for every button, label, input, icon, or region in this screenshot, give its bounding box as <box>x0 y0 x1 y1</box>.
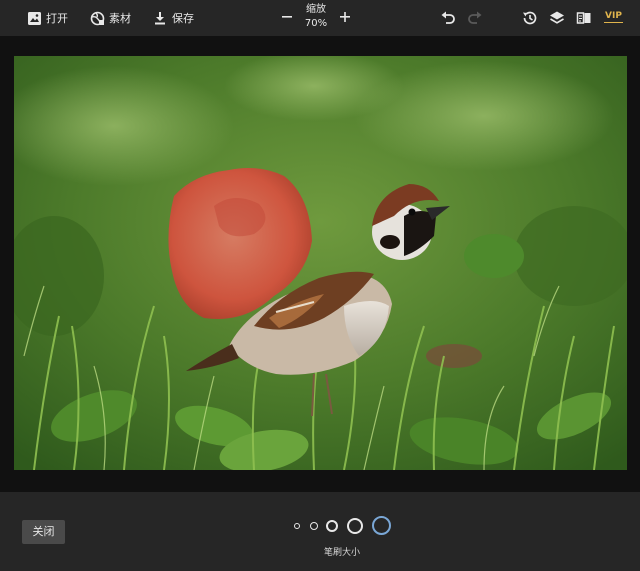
brush-size-label: 笔刷大小 <box>323 548 360 558</box>
material-button[interactable]: 素材 <box>89 10 131 26</box>
brush-size-option-5[interactable] <box>372 516 391 535</box>
image-icon <box>26 10 42 26</box>
brush-size-option-2[interactable] <box>310 522 318 530</box>
save-label: 保存 <box>172 12 194 25</box>
file-actions: 打开 素材 保存 <box>26 0 215 36</box>
top-toolbar: 打开 素材 保存 缩放 70% VIP <box>0 0 640 36</box>
zoom-out-button[interactable] <box>278 8 296 26</box>
undo-button[interactable] <box>440 10 456 26</box>
save-button[interactable]: 保存 <box>152 10 194 26</box>
compare-button[interactable] <box>576 10 592 26</box>
redo-icon <box>468 11 482 24</box>
vip-badge[interactable]: VIP <box>604 11 623 23</box>
download-icon <box>152 10 168 26</box>
redo-button[interactable] <box>467 10 483 26</box>
open-label: 打开 <box>46 12 68 25</box>
close-button[interactable]: 关闭 <box>22 520 65 544</box>
compare-icon <box>576 12 591 24</box>
globe-icon <box>89 10 105 26</box>
history-button[interactable] <box>522 10 538 26</box>
zoom-label: 缩放 <box>306 4 326 15</box>
minus-icon <box>282 16 292 18</box>
zoom-control: 缩放 70% <box>278 0 354 36</box>
zoom-value: 70% <box>304 18 328 29</box>
undo-icon <box>441 11 455 24</box>
layers-button[interactable] <box>549 10 565 26</box>
open-button[interactable]: 打开 <box>26 10 68 26</box>
bottom-panel: 关闭 笔刷大小 <box>0 492 640 571</box>
layers-icon <box>550 11 564 24</box>
material-label: 素材 <box>109 12 131 25</box>
brush-size-option-4[interactable] <box>347 518 363 534</box>
editor-stage <box>0 36 640 492</box>
zoom-in-button[interactable] <box>336 8 354 26</box>
brush-size-option-3[interactable] <box>326 520 338 532</box>
history-icon <box>523 11 537 25</box>
sparrow-photo <box>14 56 627 470</box>
brush-size-option-1[interactable] <box>294 523 300 529</box>
image-canvas[interactable] <box>14 56 627 470</box>
plus-icon <box>340 12 350 22</box>
